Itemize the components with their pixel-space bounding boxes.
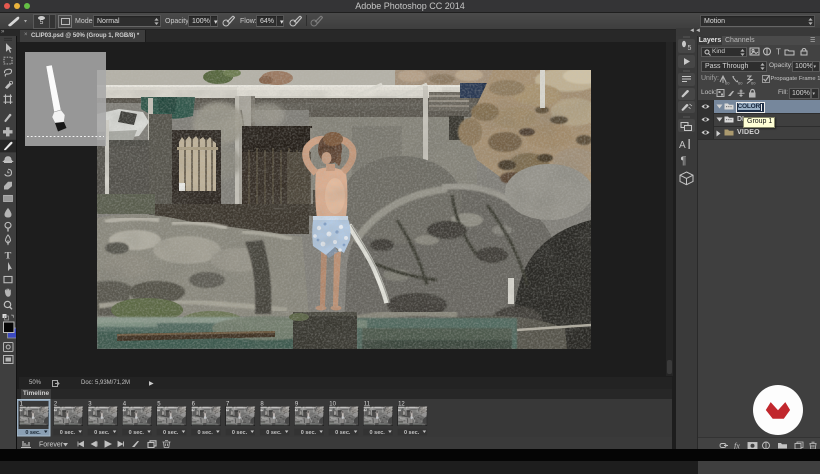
svg-text:0 sec.: 0 sec. bbox=[335, 430, 351, 436]
svg-text:5: 5 bbox=[688, 45, 692, 52]
svg-text:0 sec.: 0 sec. bbox=[129, 430, 145, 436]
svg-text:60: 60 bbox=[751, 81, 756, 86]
svg-text:T: T bbox=[5, 251, 12, 262]
svg-text:0 sec.: 0 sec. bbox=[370, 430, 386, 436]
svg-text:Forever: Forever bbox=[39, 442, 64, 449]
svg-text:0 sec.: 0 sec. bbox=[232, 430, 248, 436]
svg-text:0 sec.: 0 sec. bbox=[94, 430, 110, 436]
svg-text:0 sec.: 0 sec. bbox=[301, 430, 317, 436]
svg-text:0 sec.: 0 sec. bbox=[197, 430, 213, 436]
svg-text:60: 60 bbox=[725, 81, 730, 86]
svg-text:T: T bbox=[776, 47, 781, 56]
svg-text:¶: ¶ bbox=[681, 155, 687, 167]
svg-text:0 sec.: 0 sec. bbox=[60, 430, 76, 436]
svg-text:0 sec.: 0 sec. bbox=[25, 430, 41, 436]
svg-text:60: 60 bbox=[738, 81, 743, 86]
svg-text:0 sec.: 0 sec. bbox=[163, 430, 179, 436]
svg-text:A: A bbox=[679, 140, 686, 151]
svg-text:0 sec.: 0 sec. bbox=[266, 430, 282, 436]
svg-text:0 sec.: 0 sec. bbox=[404, 430, 420, 436]
